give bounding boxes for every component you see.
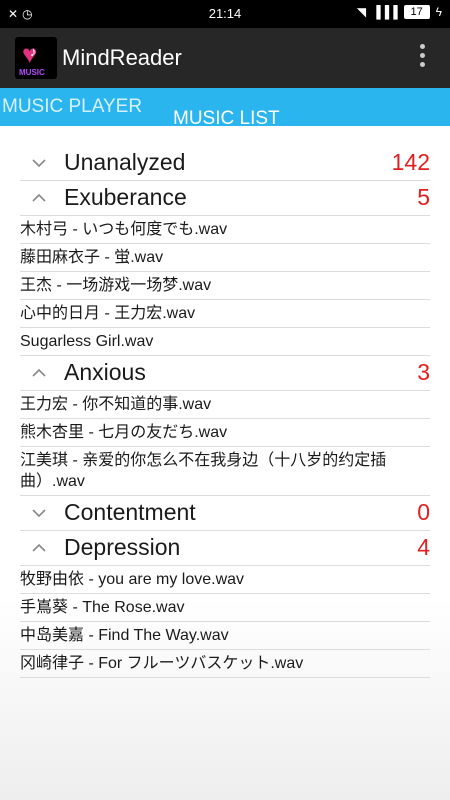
group-header[interactable]: Contentment 0	[20, 496, 430, 531]
song-item[interactable]: 冈崎律子 - For フルーツバスケット.wav	[20, 650, 430, 678]
app-title: MindReader	[62, 45, 182, 70]
group-count: 4	[417, 534, 430, 560]
tab-bar: MUSIC PLAYER MUSIC LIST	[0, 88, 450, 129]
song-item[interactable]: 手嶌葵 - The Rose.wav	[20, 594, 430, 622]
song-item[interactable]: 熊木杏里 - 七月の友だち.wav	[20, 419, 430, 447]
song-item[interactable]: Sugarless Girl.wav	[20, 328, 430, 356]
song-item[interactable]: 江美琪 - 亲爱的你怎么不在我身边（十八岁的约定插曲）.wav	[20, 447, 430, 496]
wifi-icon: ◥	[356, 5, 367, 19]
music-list-panel: Unanalyzed 142 Exuberance 5 木村弓 - いつも何度でも.wa…	[0, 126, 450, 800]
tab-music-player[interactable]: MUSIC PLAYER	[2, 96, 142, 118]
group-count: 3	[417, 359, 430, 385]
song-item[interactable]: 王杰 - 一场游戏一场梦.wav	[20, 272, 430, 300]
music-group-list: Unanalyzed 142 Exuberance 5 木村弓 - いつも何度でも.wa…	[20, 146, 430, 678]
song-item[interactable]: 藤田麻衣子 - 蛍.wav	[20, 244, 430, 272]
group-header[interactable]: Unanalyzed 142	[20, 146, 430, 181]
group-name: Depression	[64, 534, 181, 560]
status-right-icons: ◥ ▐▐▐ 17 ϟ	[357, 5, 442, 19]
app-logo-text: MUSIC	[19, 68, 45, 77]
charging-icon: ϟ	[435, 5, 442, 19]
chevron-down-icon	[30, 154, 48, 172]
status-bar: ✕◷ 21:14 ◥ ▐▐▐ 17 ϟ	[0, 0, 450, 28]
group-name: Anxious	[64, 359, 146, 385]
battery-icon: 17	[403, 5, 430, 19]
group-name: Exuberance	[64, 184, 187, 210]
signal-icon: ▐▐▐	[372, 5, 398, 19]
app-bar: ♥ ♪ MUSIC MindReader	[0, 28, 450, 88]
app-logo-icon: ♥ ♪ MUSIC	[15, 37, 57, 79]
chevron-up-icon	[30, 189, 48, 207]
group-header[interactable]: Anxious 3	[20, 356, 430, 391]
chevron-up-icon	[30, 364, 48, 382]
song-item[interactable]: 心中的日月 - 王力宏.wav	[20, 300, 430, 328]
group-count: 0	[417, 499, 430, 525]
group-name: Unanalyzed	[64, 149, 186, 175]
group-count: 5	[417, 184, 430, 210]
group-count: 142	[391, 149, 430, 175]
chevron-down-icon	[30, 504, 48, 522]
group-header[interactable]: Exuberance 5	[20, 181, 430, 216]
chevron-up-icon	[30, 539, 48, 557]
overflow-menu-icon[interactable]	[418, 44, 426, 71]
song-item[interactable]: 牧野由依 - you are my love.wav	[20, 566, 430, 594]
group-name: Contentment	[64, 499, 196, 525]
song-item[interactable]: 木村弓 - いつも何度でも.wav	[20, 216, 430, 244]
song-item[interactable]: 中岛美嘉 - Find The Way.wav	[20, 622, 430, 650]
song-item[interactable]: 王力宏 - 你不知道的事.wav	[20, 391, 430, 419]
group-header[interactable]: Depression 4	[20, 531, 430, 566]
